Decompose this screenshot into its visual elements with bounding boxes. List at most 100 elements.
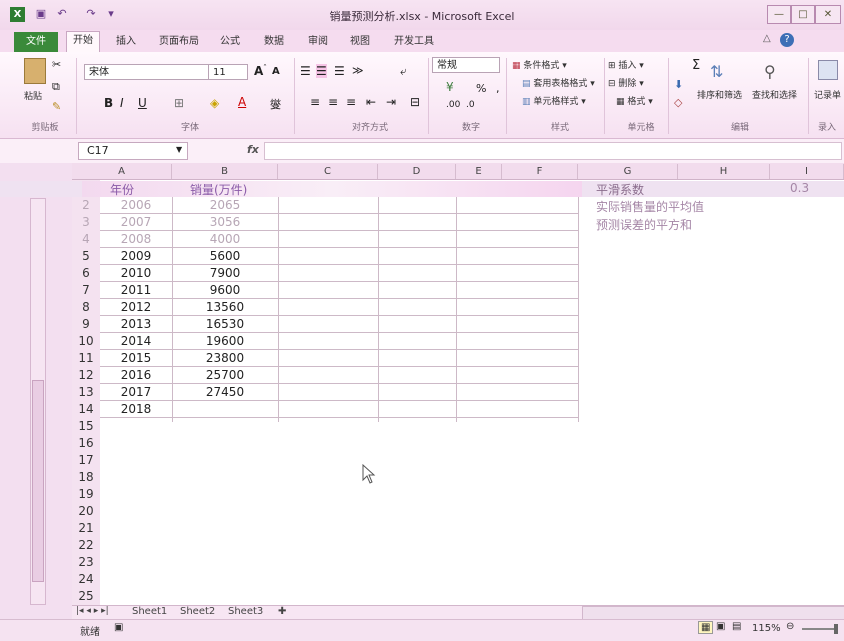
cell-year[interactable]: 2007: [100, 214, 172, 231]
align-center-icon[interactable]: ≡: [328, 95, 338, 109]
row-header[interactable]: 6: [72, 265, 100, 282]
name-box-dropdown-icon[interactable]: ▼: [176, 145, 182, 154]
row-header[interactable]: 9: [72, 316, 100, 333]
bold-icon[interactable]: B: [104, 96, 113, 110]
table-format-button[interactable]: ▤ 套用表格格式 ▾: [522, 76, 595, 89]
cut-icon[interactable]: ✂: [52, 58, 61, 71]
row-header[interactable]: 10: [72, 333, 100, 350]
row-header[interactable]: 3: [72, 214, 100, 231]
macro-record-icon[interactable]: ▣: [114, 622, 123, 633]
row-header[interactable]: 23: [72, 554, 100, 571]
cell-year[interactable]: 2012: [100, 299, 172, 316]
cell-sales[interactable]: 4000: [172, 231, 278, 248]
cell-sales[interactable]: 3056: [172, 214, 278, 231]
comma-icon[interactable]: ,: [496, 82, 500, 95]
normal-view-icon[interactable]: ▦: [698, 621, 714, 634]
tab-formulas[interactable]: 公式: [214, 33, 246, 51]
tab-insert[interactable]: 插入: [110, 33, 142, 51]
maximize-button[interactable]: □: [791, 5, 815, 24]
row-header[interactable]: 14: [72, 401, 100, 418]
fill-color-icon[interactable]: ◈: [210, 96, 219, 110]
sheet-tab-1[interactable]: Sheet1: [132, 606, 167, 617]
cell-year[interactable]: 2009: [100, 248, 172, 265]
page-break-view-icon[interactable]: ▤: [732, 621, 741, 632]
percent-icon[interactable]: %: [476, 82, 486, 95]
column-header-c[interactable]: C: [278, 164, 378, 179]
align-right-icon[interactable]: ≡: [346, 95, 356, 109]
fill-icon[interactable]: ⬇: [674, 78, 683, 91]
note-mean-actual[interactable]: 实际销售量的平均值: [596, 198, 704, 215]
note-sse[interactable]: 预测误差的平方和: [596, 216, 692, 233]
cell-sales[interactable]: 7900: [172, 265, 278, 282]
tab-developer[interactable]: 开发工具: [388, 33, 440, 51]
zoom-slider[interactable]: [802, 628, 838, 630]
horizontal-scrollbar[interactable]: [582, 606, 844, 620]
row-header[interactable]: 7: [72, 282, 100, 299]
tab-review[interactable]: 审阅: [302, 33, 334, 51]
row-header[interactable]: 20: [72, 503, 100, 520]
cell-sales[interactable]: [172, 401, 278, 418]
autosum-icon[interactable]: Σ: [692, 58, 700, 73]
italic-icon[interactable]: I: [120, 96, 124, 110]
row-header[interactable]: 25: [72, 588, 100, 605]
record-form-button[interactable]: 记录单: [814, 88, 841, 101]
column-header-d[interactable]: D: [378, 164, 456, 179]
cell-year[interactable]: 2015: [100, 350, 172, 367]
row-header[interactable]: 4: [72, 231, 100, 248]
smoothing-label[interactable]: 平滑系数: [596, 181, 644, 198]
paste-icon[interactable]: [24, 58, 46, 84]
align-bottom-icon[interactable]: ☰: [334, 64, 345, 78]
sheet-tab-3[interactable]: Sheet3: [228, 606, 263, 617]
copy-icon[interactable]: ⧉: [52, 80, 60, 94]
underline-icon[interactable]: U: [138, 96, 147, 110]
cell-sales[interactable]: 27450: [172, 384, 278, 401]
font-size-combo[interactable]: 11: [208, 64, 248, 80]
find-select-icon[interactable]: ⚲: [764, 62, 776, 81]
zoom-slider-thumb[interactable]: [834, 624, 838, 634]
row-header[interactable]: 13: [72, 384, 100, 401]
column-header-f[interactable]: F: [502, 164, 578, 179]
smoothing-value[interactable]: 0.3: [790, 181, 809, 195]
cell-sales[interactable]: 23800: [172, 350, 278, 367]
ribbon-minimize-icon[interactable]: △: [763, 33, 771, 44]
column-header-e[interactable]: E: [456, 164, 502, 179]
row-header[interactable]: 21: [72, 520, 100, 537]
cell-year[interactable]: 2006: [100, 197, 172, 214]
header-sales[interactable]: 销量(万件): [190, 181, 247, 198]
row-header[interactable]: 12: [72, 367, 100, 384]
row-header[interactable]: 2: [72, 197, 100, 214]
clear-icon[interactable]: ◇: [674, 96, 682, 109]
cell-year[interactable]: 2017: [100, 384, 172, 401]
font-color-icon[interactable]: A: [238, 95, 246, 109]
align-top-icon[interactable]: ☰: [300, 64, 311, 78]
decrease-decimal-icon[interactable]: .0: [466, 100, 475, 110]
page-layout-view-icon[interactable]: ▣: [716, 621, 725, 632]
cell-sales[interactable]: 2065: [172, 197, 278, 214]
phonetic-icon[interactable]: 燮: [270, 96, 281, 112]
font-name-combo[interactable]: 宋体: [84, 64, 210, 80]
row-header[interactable]: 17: [72, 452, 100, 469]
cell-sales[interactable]: 25700: [172, 367, 278, 384]
cell-styles-button[interactable]: ▥ 单元格样式 ▾: [522, 94, 586, 107]
increase-indent-icon[interactable]: ⇥: [386, 95, 396, 109]
sheet-nav-icon[interactable]: |◂ ◂ ▸ ▸|: [76, 606, 109, 616]
cell-year[interactable]: 2016: [100, 367, 172, 384]
column-header-h[interactable]: H: [678, 164, 770, 179]
align-middle-icon[interactable]: ☰: [316, 64, 327, 78]
tab-data[interactable]: 数据: [258, 33, 290, 51]
column-header-a[interactable]: A: [72, 164, 172, 179]
row-header[interactable]: 24: [72, 571, 100, 588]
wrap-text-icon[interactable]: ⤶: [400, 64, 407, 79]
record-form-icon[interactable]: [818, 60, 838, 80]
row-header[interactable]: 18: [72, 469, 100, 486]
cell-year[interactable]: 2014: [100, 333, 172, 350]
cell-sales[interactable]: 5600: [172, 248, 278, 265]
delete-cells-button[interactable]: ⊟ 删除 ▾: [608, 76, 644, 89]
name-box[interactable]: C17: [78, 142, 188, 160]
find-select-button[interactable]: 查找和选择: [752, 88, 797, 101]
zoom-level[interactable]: 115%: [752, 623, 781, 634]
header-year[interactable]: 年份: [110, 181, 134, 198]
sheet-tab-2[interactable]: Sheet2: [180, 606, 215, 617]
insert-function-button[interactable]: fx: [247, 143, 259, 156]
column-header-b[interactable]: B: [172, 164, 278, 179]
